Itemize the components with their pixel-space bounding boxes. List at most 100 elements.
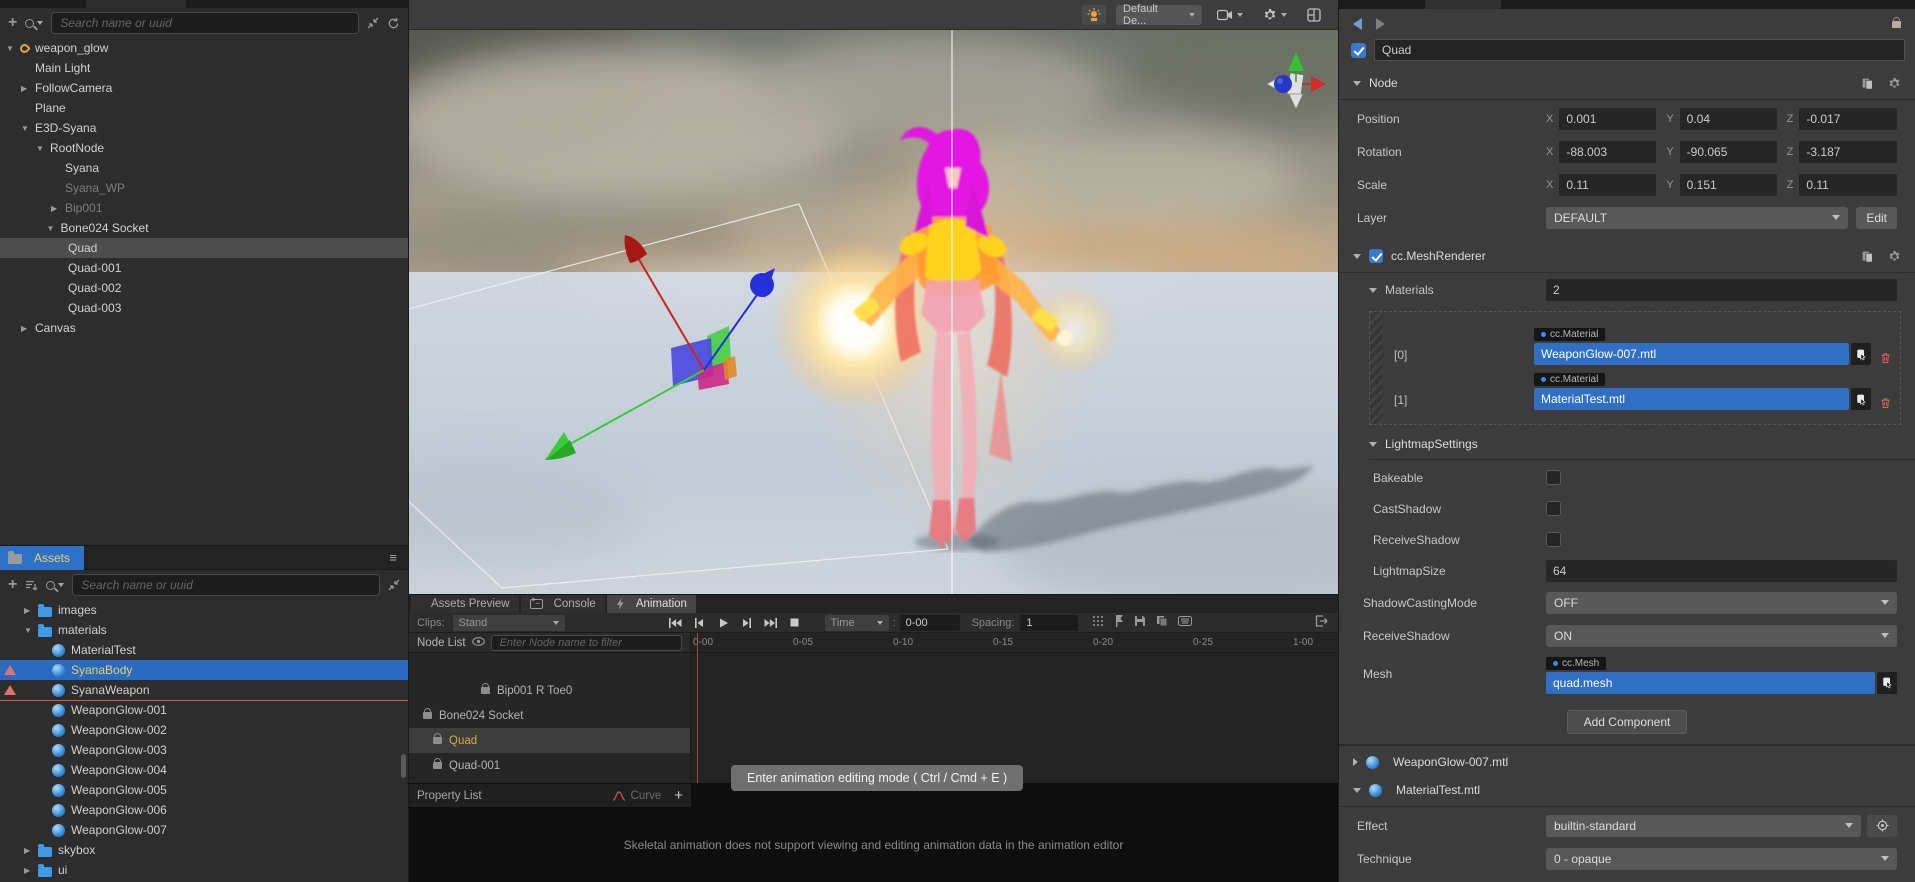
effect-locate-icon[interactable] bbox=[1867, 815, 1897, 837]
scene-gizmo-settings-button[interactable] bbox=[1258, 5, 1292, 25]
animation-node-row[interactable]: Bip001 R Toe0 bbox=[409, 678, 690, 703]
expand-arrow-icon[interactable]: ▶ bbox=[24, 866, 38, 875]
mesh-renderer-enabled-checkbox[interactable] bbox=[1369, 249, 1383, 263]
spacing-value-field[interactable]: 1 bbox=[1020, 615, 1078, 631]
hierarchy-node[interactable]: Quad-003 bbox=[0, 298, 408, 318]
material-picker-icon[interactable] bbox=[1851, 388, 1871, 410]
node-section-header[interactable]: Node bbox=[1339, 69, 1915, 97]
add-property-button[interactable]: + bbox=[674, 787, 683, 804]
step-back-button[interactable] bbox=[689, 615, 709, 631]
component-gear-icon[interactable] bbox=[1888, 250, 1901, 263]
mesh-renderer-section-header[interactable]: cc.MeshRenderer bbox=[1339, 242, 1915, 270]
asset-item[interactable]: WeaponGlow-007 bbox=[0, 820, 408, 840]
animation-timeline[interactable] bbox=[691, 653, 1338, 783]
asset-item[interactable]: WeaponGlow-004 bbox=[0, 760, 408, 780]
shadow-casting-mode-dropdown[interactable]: OFF bbox=[1546, 592, 1897, 614]
history-forward-icon[interactable] bbox=[1376, 18, 1385, 30]
bottom-tab[interactable]: Console bbox=[521, 595, 605, 613]
hierarchy-node[interactable]: Main Light bbox=[0, 58, 408, 78]
material-ref-field[interactable]: WeaponGlow-007.mtl bbox=[1534, 343, 1849, 365]
delete-material-icon[interactable] bbox=[1879, 351, 1892, 365]
bottom-tab[interactable]: Animation bbox=[607, 595, 696, 613]
timeline-playhead[interactable] bbox=[697, 633, 698, 783]
cast-shadow-checkbox[interactable] bbox=[1546, 501, 1561, 516]
animation-node-row[interactable]: Bone024 Socket bbox=[409, 703, 690, 728]
assets-search-input[interactable] bbox=[72, 574, 380, 596]
scale-x-input[interactable]: 0.11 bbox=[1559, 174, 1656, 196]
paste-component-icon[interactable] bbox=[1861, 77, 1874, 90]
node-filter-input[interactable] bbox=[491, 635, 682, 651]
assets-sort-icon[interactable] bbox=[25, 580, 38, 591]
eye-icon[interactable] bbox=[472, 637, 485, 649]
material-asset-weaponglow[interactable]: WeaponGlow-007.mtl bbox=[1339, 748, 1915, 776]
timeline-ruler[interactable]: 0-000-050-100-150-200-251-00 bbox=[691, 633, 1338, 652]
time-value-field[interactable]: 0-00 bbox=[900, 615, 960, 631]
scene-viewport[interactable] bbox=[409, 30, 1338, 594]
hierarchy-node[interactable]: Quad-002 bbox=[0, 278, 408, 298]
collapse-caret-icon[interactable] bbox=[1353, 788, 1361, 793]
lightmap-settings-header[interactable]: LightmapSettings bbox=[1339, 431, 1915, 457]
expand-arrow-icon[interactable]: ▶ bbox=[24, 606, 38, 615]
time-mode-dropdown[interactable]: Time bbox=[825, 615, 889, 631]
collapse-caret-icon[interactable] bbox=[1369, 442, 1377, 447]
collapse-caret-icon[interactable] bbox=[1353, 758, 1358, 766]
grid-snap-icon[interactable] bbox=[1092, 615, 1104, 630]
hierarchy-node[interactable]: Quad-001 bbox=[0, 258, 408, 278]
mesh-ref-field[interactable]: quad.mesh bbox=[1546, 672, 1875, 694]
skip-end-button[interactable] bbox=[761, 615, 781, 631]
hierarchy-node[interactable]: ▼ weapon_glow bbox=[0, 38, 408, 58]
exit-animation-icon[interactable] bbox=[1315, 615, 1328, 630]
step-forward-button[interactable] bbox=[737, 615, 757, 631]
asset-item[interactable]: ▶ ui bbox=[0, 860, 408, 880]
expand-arrow-icon[interactable]: ▼ bbox=[6, 44, 20, 53]
hierarchy-node[interactable]: Quad bbox=[0, 238, 408, 258]
lightmap-size-field[interactable]: 64 bbox=[1546, 560, 1897, 582]
hierarchy-node[interactable]: ▼ E3D-Syana bbox=[0, 118, 408, 138]
event-flag-icon[interactable] bbox=[1114, 615, 1124, 630]
hierarchy-node[interactable]: ▼ Bone024 Socket bbox=[0, 218, 408, 238]
hierarchy-search-input[interactable] bbox=[51, 12, 359, 34]
position-x-input[interactable]: 0.001 bbox=[1559, 108, 1656, 130]
expand-arrow-icon[interactable]: ▼ bbox=[21, 124, 35, 133]
animation-node-row[interactable]: Quad-001 bbox=[409, 753, 690, 778]
receive-shadow-checkbox[interactable] bbox=[1546, 532, 1561, 547]
technique-dropdown[interactable]: 0 - opaque bbox=[1546, 848, 1897, 870]
hierarchy-node[interactable]: Syana bbox=[0, 158, 408, 178]
assets-tab[interactable]: Assets bbox=[0, 546, 84, 570]
hierarchy-add-button[interactable]: + bbox=[8, 16, 17, 30]
effect-dropdown[interactable]: builtin-standard bbox=[1546, 815, 1861, 837]
assets-search-filter-icon[interactable] bbox=[46, 581, 64, 590]
collapse-caret-icon[interactable] bbox=[1353, 254, 1361, 259]
scale-y-input[interactable]: 0.151 bbox=[1680, 174, 1777, 196]
material-picker-icon[interactable] bbox=[1851, 343, 1871, 365]
materials-count-field[interactable]: 2 bbox=[1546, 279, 1897, 301]
asset-item[interactable]: ▼ materials bbox=[0, 620, 408, 640]
expand-arrow-icon[interactable]: ▶ bbox=[21, 84, 35, 93]
hierarchy-search-filter-icon[interactable] bbox=[25, 19, 43, 28]
collapse-all-icon[interactable] bbox=[367, 17, 379, 29]
assets-scrollbar[interactable] bbox=[401, 754, 406, 778]
asset-item[interactable]: WeaponGlow-003 bbox=[0, 740, 408, 760]
material-ref-field[interactable]: MaterialTest.mtl bbox=[1534, 388, 1849, 410]
receive-shadow-mode-dropdown[interactable]: ON bbox=[1546, 625, 1897, 647]
asset-item[interactable]: SyanaWeapon bbox=[0, 680, 408, 700]
play-button[interactable] bbox=[713, 615, 733, 631]
collapse-caret-icon[interactable] bbox=[1369, 288, 1377, 293]
shortcut-keyboard-icon[interactable] bbox=[1178, 616, 1192, 629]
history-back-icon[interactable] bbox=[1353, 18, 1362, 30]
asset-item[interactable]: WeaponGlow-002 bbox=[0, 720, 408, 740]
assets-menu-icon[interactable]: ≡ bbox=[389, 550, 398, 565]
asset-item[interactable]: WeaponGlow-005 bbox=[0, 780, 408, 800]
asset-item[interactable]: WeaponGlow-006 bbox=[0, 800, 408, 820]
rotation-y-input[interactable]: -90.065 bbox=[1680, 141, 1777, 163]
asset-item[interactable]: ▶ skybox bbox=[0, 840, 408, 860]
position-z-input[interactable]: -0.017 bbox=[1799, 108, 1897, 130]
camera-settings-button[interactable] bbox=[1212, 5, 1248, 25]
scale-z-input[interactable]: 0.11 bbox=[1799, 174, 1897, 196]
assets-add-button[interactable]: + bbox=[8, 578, 17, 592]
expand-arrow-icon[interactable]: ▶ bbox=[21, 324, 35, 333]
clip-dropdown[interactable]: Stand bbox=[453, 615, 565, 631]
expand-arrow-icon[interactable]: ▼ bbox=[36, 144, 50, 153]
hierarchy-node[interactable]: Plane bbox=[0, 98, 408, 118]
stop-button[interactable] bbox=[785, 615, 805, 631]
